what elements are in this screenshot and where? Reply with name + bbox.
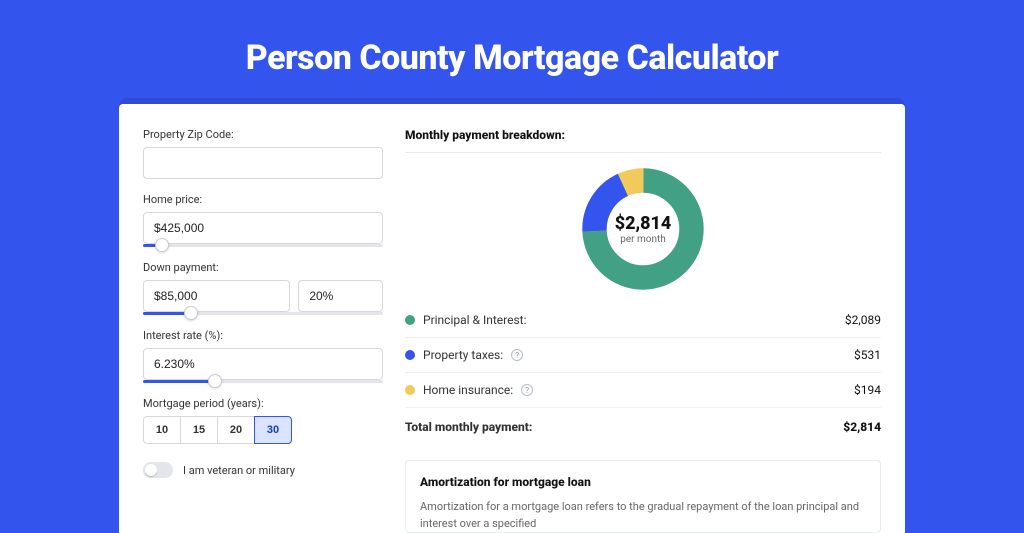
- calculator-card: Property Zip Code: Home price: Down paym…: [119, 104, 905, 533]
- legend-value-principal: $2,089: [845, 313, 881, 327]
- donut-amount: $2,814: [615, 213, 672, 234]
- donut-sub: per month: [620, 234, 666, 245]
- rate-label: Interest rate (%):: [143, 329, 383, 342]
- info-icon[interactable]: ?: [511, 349, 523, 361]
- rate-slider[interactable]: [143, 380, 383, 383]
- legend-dot-principal: [405, 315, 415, 325]
- legend-row-insurance: Home insurance: ? $194: [405, 373, 881, 408]
- donut-chart-wrap: $2,814 per month: [405, 165, 881, 293]
- legend-label-principal: Principal & Interest:: [423, 313, 527, 327]
- calculator-card-shadow: Property Zip Code: Home price: Down paym…: [119, 98, 905, 533]
- period-option-20[interactable]: 20: [217, 416, 255, 444]
- period-option-10[interactable]: 10: [143, 416, 181, 444]
- price-slider[interactable]: [143, 244, 383, 247]
- donut-chart: $2,814 per month: [579, 165, 707, 293]
- amortization-text: Amortization for a mortgage loan refers …: [420, 499, 866, 532]
- legend-value-taxes: $531: [854, 348, 881, 362]
- down-field-block: Down payment:: [143, 261, 383, 315]
- zip-label: Property Zip Code:: [143, 128, 383, 141]
- price-slider-thumb[interactable]: [155, 238, 169, 252]
- legend-dot-insurance: [405, 385, 415, 395]
- breakdown-title: Monthly payment breakdown:: [405, 128, 881, 153]
- amortization-card: Amortization for mortgage loan Amortizat…: [405, 460, 881, 533]
- period-option-30[interactable]: 30: [254, 416, 292, 444]
- breakdown-column: Monthly payment breakdown: $2,814 per mo…: [405, 128, 881, 533]
- info-icon[interactable]: ?: [521, 384, 533, 396]
- price-input[interactable]: [143, 212, 383, 244]
- period-button-group: 10 15 20 30: [143, 416, 383, 444]
- down-percent-input[interactable]: [298, 280, 383, 312]
- legend-row-total: Total monthly payment: $2,814: [405, 408, 881, 444]
- rate-slider-thumb[interactable]: [208, 374, 222, 388]
- page-title: Person County Mortgage Calculator: [0, 0, 1024, 98]
- legend-row-taxes: Property taxes: ? $531: [405, 338, 881, 373]
- zip-input[interactable]: [143, 147, 383, 179]
- price-label: Home price:: [143, 193, 383, 206]
- rate-input[interactable]: [143, 348, 383, 380]
- down-amount-input[interactable]: [143, 280, 290, 312]
- down-slider-thumb[interactable]: [184, 306, 198, 320]
- zip-field-block: Property Zip Code:: [143, 128, 383, 179]
- down-slider[interactable]: [143, 312, 383, 315]
- period-label: Mortgage period (years):: [143, 397, 383, 410]
- legend-label-insurance: Home insurance:: [423, 383, 513, 397]
- legend-dot-taxes: [405, 350, 415, 360]
- legend-value-insurance: $194: [854, 383, 881, 397]
- price-field-block: Home price:: [143, 193, 383, 247]
- legend-label-taxes: Property taxes:: [423, 348, 503, 362]
- veteran-toggle-row: I am veteran or military: [143, 462, 383, 478]
- period-option-15[interactable]: 15: [180, 416, 218, 444]
- amortization-title: Amortization for mortgage loan: [420, 475, 866, 489]
- down-label: Down payment:: [143, 261, 383, 274]
- veteran-toggle-label: I am veteran or military: [183, 464, 295, 477]
- total-label: Total monthly payment:: [405, 420, 532, 434]
- rate-field-block: Interest rate (%):: [143, 329, 383, 383]
- legend-row-principal: Principal & Interest: $2,089: [405, 303, 881, 338]
- donut-center: $2,814 per month: [579, 165, 707, 293]
- veteran-toggle[interactable]: [143, 462, 173, 478]
- period-field-block: Mortgage period (years): 10 15 20 30: [143, 397, 383, 444]
- inputs-column: Property Zip Code: Home price: Down paym…: [143, 128, 383, 533]
- total-value: $2,814: [843, 420, 881, 434]
